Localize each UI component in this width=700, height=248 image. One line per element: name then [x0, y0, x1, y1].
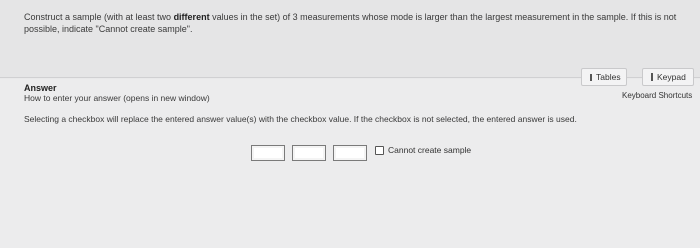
- tables-button[interactable]: Tables: [581, 68, 627, 86]
- question-text: Construct a sample (with at least two di…: [24, 12, 684, 35]
- answer-input-3[interactable]: [333, 145, 367, 161]
- cannot-create-sample-option[interactable]: Cannot create sample: [375, 145, 471, 155]
- question-panel: Construct a sample (with at least two di…: [0, 0, 700, 78]
- howto-link[interactable]: How to enter your answer (opens in new w…: [24, 93, 210, 103]
- tables-button-label: Tables: [596, 72, 621, 82]
- answer-title: Answer: [24, 83, 57, 93]
- keyboard-shortcuts-link[interactable]: Keyboard Shortcuts: [622, 91, 692, 100]
- cannot-create-sample-checkbox[interactable]: [375, 145, 384, 155]
- answer-input-2[interactable]: [292, 145, 326, 161]
- answer-input-1[interactable]: [251, 145, 285, 161]
- keypad-icon: [651, 73, 653, 81]
- keypad-button[interactable]: Keypad: [642, 68, 694, 86]
- table-icon: [590, 73, 592, 81]
- cannot-create-sample-label: Cannot create sample: [388, 145, 472, 155]
- checkbox-instruction: Selecting a checkbox will replace the en…: [24, 114, 577, 124]
- question-text-bold: different: [173, 12, 210, 22]
- question-text-part1: Construct a sample (with at least two: [24, 12, 174, 22]
- keypad-button-label: Keypad: [657, 72, 686, 82]
- answer-panel: [0, 79, 700, 248]
